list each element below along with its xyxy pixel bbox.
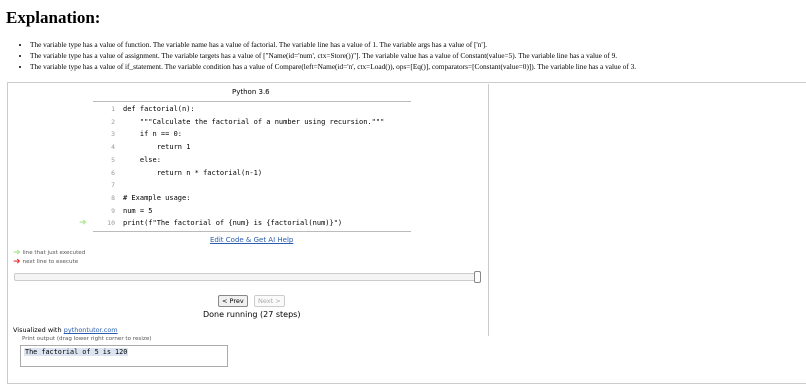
legend-next-label: next line to execute [22,259,79,265]
legend-executed-label: line that just executed [22,250,86,256]
line-number: 1 [111,105,115,113]
visualized-with-label: Visualized with [13,326,62,334]
print-output-label: Print output (drag lower right corner to… [22,336,152,342]
code-text: return n * factorial(n-1) [123,168,263,177]
explanation-item: The variable type has a value of assignm… [30,50,806,61]
line-number: 9 [111,206,115,215]
code-line: 9 num = 5 [93,205,411,218]
language-label: Python 3.6 [232,88,270,96]
code-text: """Calculate the factorial of a number u… [123,117,385,126]
red-arrow-icon: ➜ [13,257,21,267]
line-number: 2 [111,117,115,126]
slider-handle[interactable] [474,271,481,283]
edit-code-link[interactable]: Edit Code & Get AI Help [210,236,293,244]
code-text: return 1 [123,143,191,152]
explanation-item: The variable type has a value of functio… [30,39,806,50]
code-line: 2 """Calculate the factorial of a number… [93,116,411,129]
code-line: 6 return n * factorial(n-1) [93,167,411,180]
prev-button[interactable]: < Prev [218,295,248,307]
explanation-heading: Explanation: [6,8,101,27]
line-number: 10 [107,219,115,228]
code-text: print(f"The factorial of {num} is {facto… [123,219,343,228]
line-number: 5 [111,155,115,164]
execution-status: Done running (27 steps) [203,310,301,319]
code-line: 4 return 1 [93,141,411,154]
code-line: 7 [93,179,411,192]
code-line: ➜ 10 print(f"The factorial of {num} is {fa… [79,217,411,230]
next-button[interactable]: Next > [254,295,285,307]
code-text: else: [123,155,161,164]
print-output-text: The factorial of 5 is 120 [24,348,129,356]
panel-divider [488,84,489,336]
executed-arrow-icon: ➜ [79,218,87,229]
line-number: 8 [111,193,115,202]
code-line: 5 else: [93,154,411,167]
code-text: num = 5 [123,206,153,215]
code-text: # Example usage: [123,193,191,202]
pythontutor-link[interactable]: pythontutor.com [64,326,118,334]
execution-slider[interactable] [14,273,481,281]
code-line: 3 if n == 0: [93,128,411,141]
line-number: 3 [111,130,115,139]
code-line: 1 def factorial(n): [93,103,411,116]
code-text: if n == 0: [123,130,183,139]
line-number: 6 [111,168,115,177]
explanation-list: The variable type has a value of functio… [0,39,806,72]
line-number: 7 [111,181,115,190]
visualized-with: Visualized with pythontutor.com [13,326,118,334]
line-number: 4 [111,143,115,152]
code-text: def factorial(n): [123,105,195,113]
legend-next: ➜ next line to execute [13,257,78,267]
code-line: 8 # Example usage: [93,192,411,205]
explanation-item: The variable type has a value of if_stat… [30,61,806,72]
